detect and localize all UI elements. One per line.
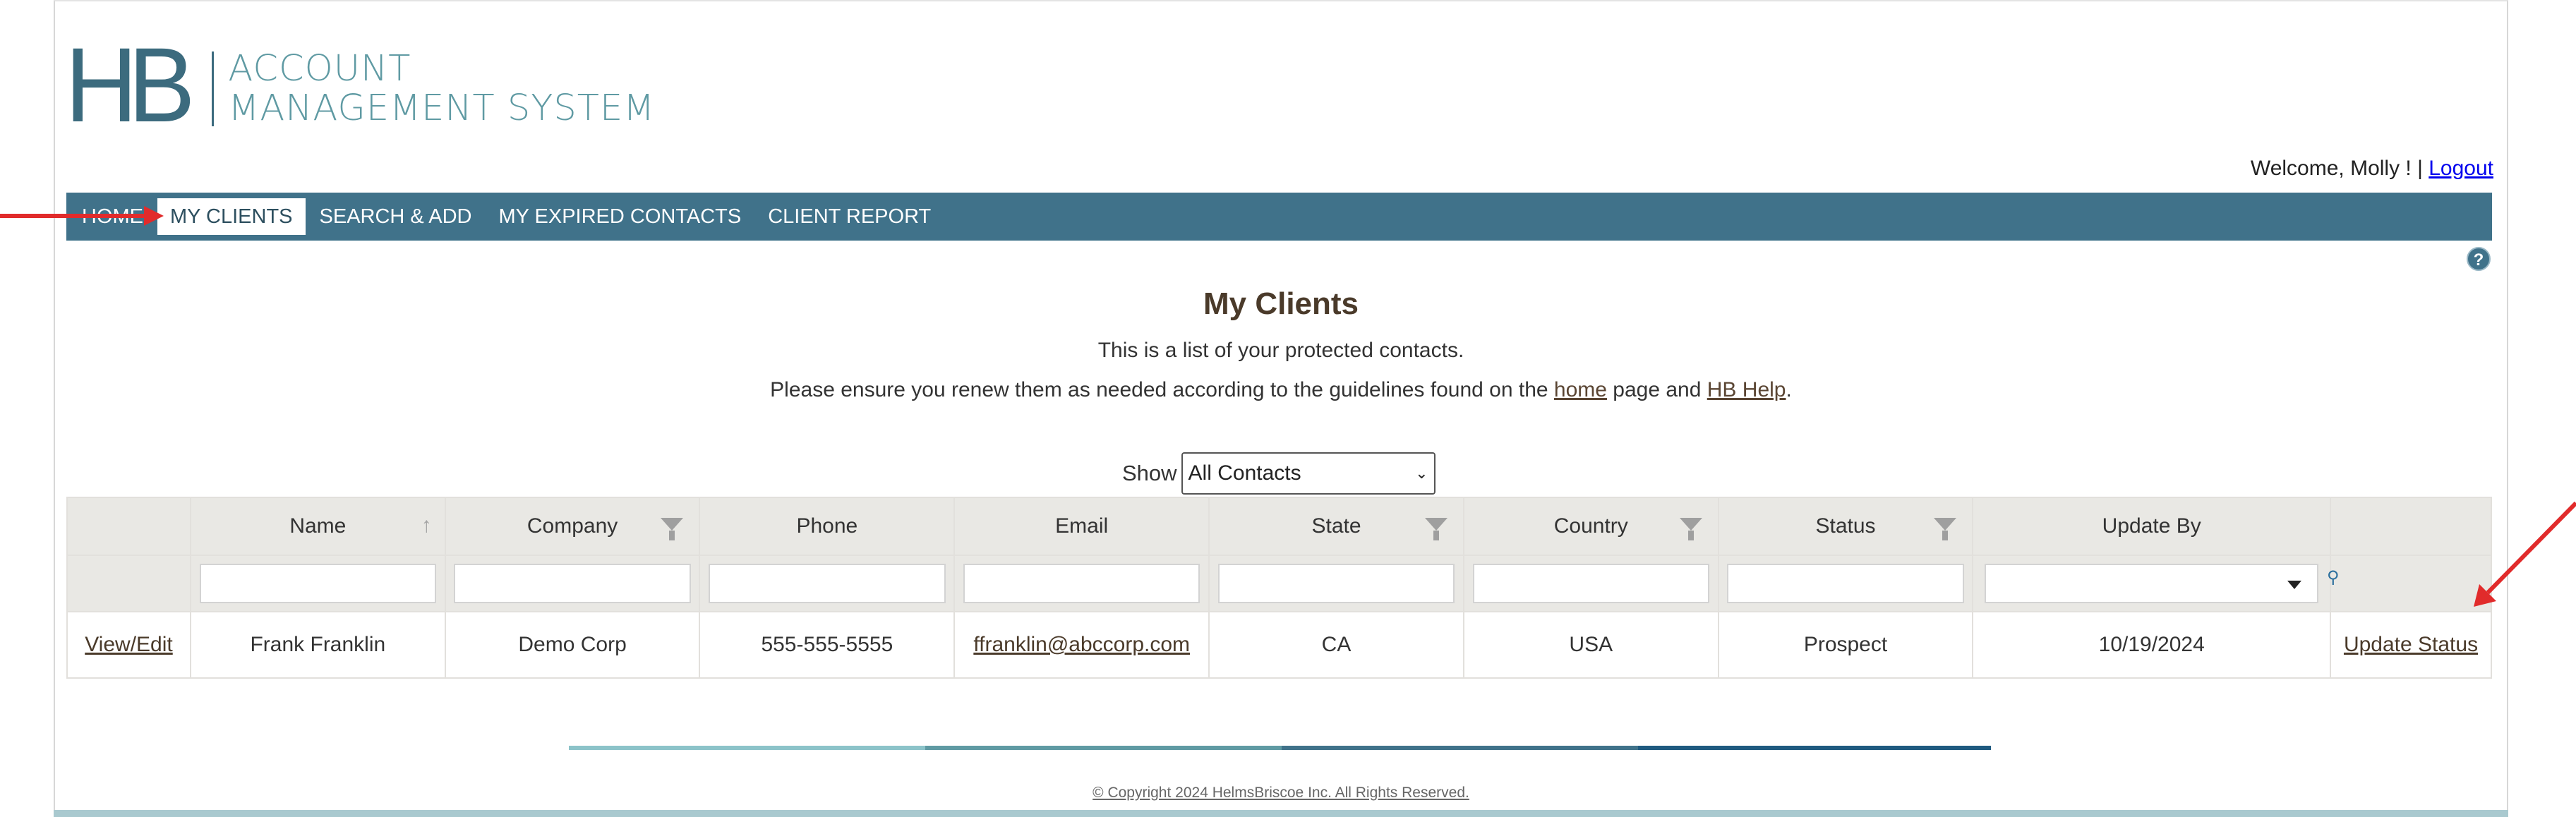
decorative-bar-3 [1282,746,1638,750]
copyright-link[interactable]: © Copyright 2024 HelmsBriscoe Inc. All R… [0,785,2562,801]
decorative-bar-2 [925,746,1282,750]
decorative-bar-1 [569,746,925,750]
decorative-bar-4 [1638,746,1991,750]
annotation-arrows [0,206,2576,607]
arrow-to-my-clients [0,206,164,226]
arrow-to-update-status [2474,501,2576,607]
